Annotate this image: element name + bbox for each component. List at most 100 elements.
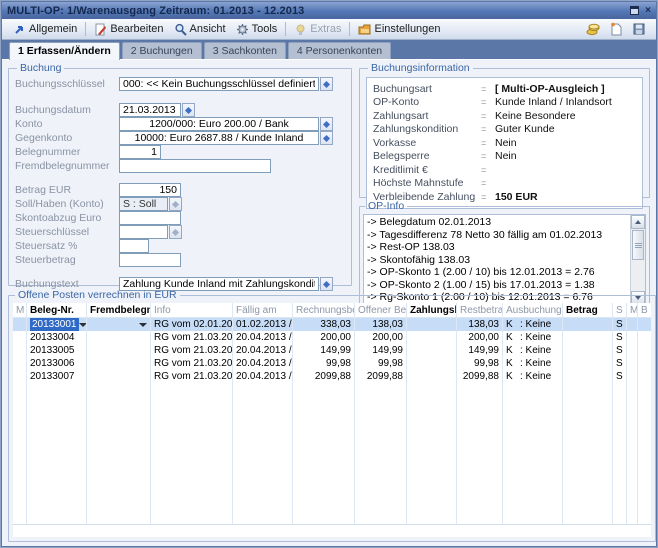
menu-separator bbox=[349, 22, 350, 36]
gegenkonto-input[interactable] bbox=[119, 131, 319, 145]
fremdbelegnummer-input[interactable] bbox=[119, 159, 271, 173]
steuerschluessel-dropdown-button[interactable] bbox=[169, 225, 182, 239]
column-header[interactable]: Betrag bbox=[563, 303, 613, 318]
column-header[interactable]: M bbox=[13, 303, 27, 318]
soll-haben-input[interactable] bbox=[119, 197, 168, 211]
buchungsdatum-input[interactable] bbox=[119, 103, 181, 117]
scroll-up-button[interactable] bbox=[631, 215, 645, 229]
belegnummer-input[interactable] bbox=[119, 145, 161, 159]
column-header[interactable]: Beleg-Nr. bbox=[27, 303, 87, 318]
steuerbetrag-input[interactable] bbox=[119, 253, 181, 267]
field-label: Gegenkonto bbox=[15, 132, 119, 144]
gegenkonto-dropdown-button[interactable] bbox=[320, 131, 333, 145]
dropdown-icon bbox=[323, 120, 330, 127]
coins-icon[interactable] bbox=[586, 22, 600, 36]
table-row[interactable]: 20133006 RG vom 21.03.2013 20.04.2013 /S… bbox=[13, 357, 651, 370]
cell-offener-betrag: 200,00 bbox=[355, 331, 407, 344]
equals-sign: = bbox=[481, 111, 495, 121]
column-header[interactable]: Fremdbelegnummer bbox=[87, 303, 151, 318]
buchungsinformation-group: Buchungsinformation Buchungsart=[ Multi-… bbox=[359, 62, 650, 198]
column-header[interactable]: Zahlungsbetrag bbox=[407, 303, 457, 318]
gear-icon bbox=[236, 23, 249, 36]
menu-label: Ansicht bbox=[190, 23, 226, 35]
cell-ausbuchungsart: K: Keine bbox=[503, 331, 563, 344]
save-icon[interactable] bbox=[632, 22, 646, 36]
cell-ausbuchungsart: K: Keine bbox=[503, 344, 563, 357]
dropdown-icon bbox=[323, 280, 330, 287]
menu-ansicht[interactable]: Ansicht bbox=[169, 21, 231, 38]
table-row[interactable]: 20133004 RG vom 21.03.2013 20.04.2013 /S… bbox=[13, 331, 651, 344]
steuerschluessel-input[interactable] bbox=[119, 225, 168, 239]
field-label: Steuerbetrag bbox=[15, 254, 119, 266]
column-header[interactable]: Rechnungsbetrag bbox=[293, 303, 355, 318]
table-row-selected[interactable]: 20133001 RG vom 02.01.2013 01.02.2013 /F… bbox=[13, 318, 651, 331]
op-info-line: -> Tagesdifferenz 78 Netto 30 fällig am … bbox=[367, 229, 627, 242]
column-header[interactable]: Ausbuchungsart bbox=[503, 303, 563, 318]
cell-s: S bbox=[613, 357, 627, 370]
menu-tools[interactable]: Tools bbox=[231, 21, 283, 38]
konto-dropdown-button[interactable] bbox=[320, 117, 333, 131]
cell-s: S bbox=[613, 370, 627, 383]
new-document-icon[interactable] bbox=[609, 22, 623, 36]
skontoabzug-input[interactable] bbox=[119, 211, 181, 225]
restore-icon[interactable] bbox=[630, 6, 639, 15]
info-value: Guter Kunde bbox=[495, 123, 555, 135]
op-info-line: -> Rest-OP 138.03 bbox=[367, 241, 627, 254]
buchungsschluessel-input[interactable] bbox=[119, 77, 319, 91]
table-row[interactable]: 20133005 RG vom 21.03.2013 20.04.2013 /S… bbox=[13, 344, 651, 357]
dropdown-arrow-icon[interactable] bbox=[79, 323, 87, 327]
cell-offener-betrag: 149,99 bbox=[355, 344, 407, 357]
close-icon[interactable]: × bbox=[645, 6, 651, 16]
tab-sachkonten[interactable]: 3 Sachkonten bbox=[204, 42, 286, 59]
table-row[interactable]: 20133007 RG vom 21.03.2013 20.04.2013 /S… bbox=[13, 370, 651, 383]
column-header[interactable]: M bbox=[627, 303, 638, 318]
cell-info: RG vom 21.03.2013 bbox=[151, 370, 233, 383]
triangle-up-icon bbox=[635, 220, 641, 224]
cell-betrag bbox=[563, 331, 613, 344]
column-header[interactable]: Info bbox=[151, 303, 233, 318]
tab-personenkonten[interactable]: 4 Personenkonten bbox=[288, 42, 391, 59]
buchungsinformation-box: Buchungsart=[ Multi-OP-Ausgleich ] OP-Ko… bbox=[366, 77, 643, 209]
buchungsschluessel-dropdown-button[interactable] bbox=[320, 77, 333, 91]
field-belegnummer: Belegnummer bbox=[15, 145, 345, 159]
info-label: Zahlungsart bbox=[373, 110, 481, 122]
konto-input[interactable] bbox=[119, 117, 319, 131]
tab-erfassen-aendern[interactable]: 1 Erfassen/Ändern bbox=[9, 42, 120, 60]
field-betrag-eur: Betrag EUR bbox=[15, 183, 345, 197]
menu-einstellungen[interactable]: Einstellungen bbox=[353, 21, 445, 38]
steuersatz-input[interactable] bbox=[119, 239, 149, 253]
dropdown-arrow-icon[interactable] bbox=[139, 323, 147, 327]
offene-posten-group: Offene Posten verrechnen in EUR M Beleg-… bbox=[8, 289, 656, 542]
column-header[interactable]: S bbox=[613, 303, 627, 318]
buchung-legend: Buchung bbox=[17, 62, 64, 74]
op-info-line: -> Belegdatum 02.01.2013 bbox=[367, 216, 627, 229]
cell-m bbox=[13, 370, 27, 383]
cell-restbetrag: 200,00 bbox=[457, 331, 503, 344]
menu-bearbeiten[interactable]: Bearbeiten bbox=[89, 21, 168, 38]
scroll-thumb[interactable] bbox=[632, 230, 644, 260]
field-steuerschluessel: Steuerschlüssel bbox=[15, 225, 345, 239]
buchungsinformation-legend: Buchungsinformation bbox=[368, 62, 473, 74]
field-fremdbelegnummer: Fremdbelegnummer bbox=[15, 159, 345, 173]
cell-beleg-nr: 20133005 bbox=[27, 344, 87, 357]
equals-sign: = bbox=[481, 84, 495, 94]
info-value: Keine Besondere bbox=[495, 110, 576, 122]
menu-allgemein[interactable]: Allgemein bbox=[8, 21, 82, 38]
field-steuerbetrag: Steuerbetrag bbox=[15, 253, 345, 267]
dropdown-icon bbox=[323, 80, 330, 87]
tab-buchungen[interactable]: 2 Buchungen bbox=[122, 42, 202, 59]
cell-fremdbeleg bbox=[87, 331, 151, 344]
column-header[interactable]: B bbox=[638, 303, 651, 318]
dropdown-icon bbox=[185, 106, 192, 113]
magnifier-icon bbox=[174, 23, 187, 36]
soll-haben-dropdown-button[interactable] bbox=[169, 197, 182, 211]
menu-extras[interactable]: Extras bbox=[289, 21, 346, 38]
buchungsdatum-dropdown-button[interactable] bbox=[182, 103, 195, 117]
column-header[interactable]: Fällig am bbox=[233, 303, 293, 318]
column-header[interactable]: Offener Betrag bbox=[355, 303, 407, 318]
tab-strip: 1 Erfassen/Ändern 2 Buchungen 3 Sachkont… bbox=[1, 40, 657, 59]
betrag-eur-input[interactable] bbox=[119, 183, 181, 197]
cell-restbetrag: 138,03 bbox=[457, 318, 503, 331]
cell-betrag bbox=[563, 344, 613, 357]
column-header[interactable]: Restbetrag bbox=[457, 303, 503, 318]
